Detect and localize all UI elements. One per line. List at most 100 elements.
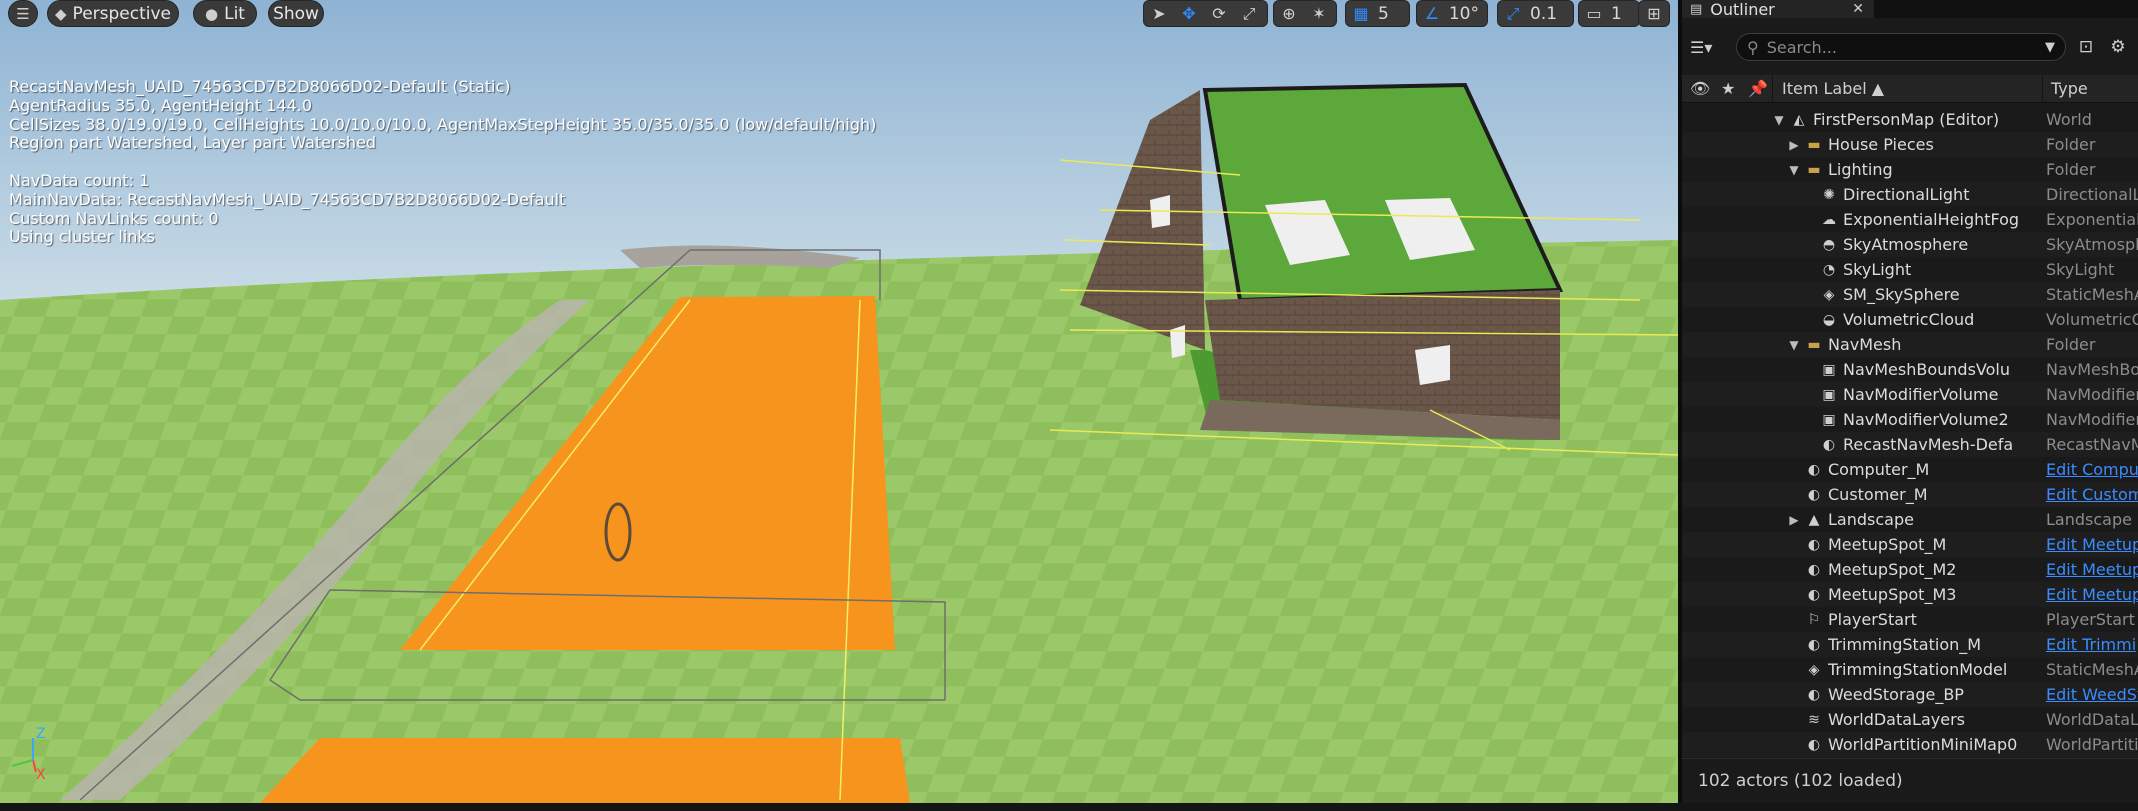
outliner-row[interactable]: ◐ MeetupSpot_M2 Edit Meetup (1682, 557, 2138, 582)
outliner-row[interactable]: ◐ MeetupSpot_M Edit Meetup (1682, 532, 2138, 557)
close-icon[interactable]: ✕ (1852, 1, 1864, 17)
outliner-row[interactable]: ▣ NavMeshBoundsVolu NavMeshBo (1682, 357, 2138, 382)
viewport-layout-icon[interactable]: ⊞ (1639, 0, 1669, 27)
edit-blueprint-link[interactable]: Edit Custom (2046, 485, 2138, 504)
rotation-snap-icon[interactable]: ∠ (1417, 0, 1447, 27)
atmosphere-icon: ◓ (1822, 236, 1836, 253)
outliner-row[interactable]: ⚐ PlayerStart PlayerStart (1682, 607, 2138, 632)
outliner-row[interactable]: ▣ NavModifierVolume NavModifier (1682, 382, 2138, 407)
outliner-row[interactable]: ▼ ◭ FirstPersonMap (Editor) World (1682, 107, 2138, 132)
search-input[interactable]: ⚲ Search... ▼ (1736, 33, 2066, 61)
scale-icon[interactable]: ⤢ (1234, 0, 1264, 27)
static-mesh-icon: ◈ (1823, 286, 1835, 303)
column-divider[interactable] (1772, 75, 1773, 103)
edit-blueprint-link[interactable]: Edit Compu (2046, 460, 2138, 479)
volume-icon: ▣ (1822, 386, 1836, 403)
chevron-down-icon[interactable]: ▼ (1772, 113, 1786, 127)
rotation-snap-value[interactable]: 10° (1447, 4, 1487, 24)
edit-blueprint-link[interactable]: Edit WeedSt (2046, 685, 2138, 704)
scale-snap-value[interactable]: 0.1 (1528, 4, 1565, 24)
tab-outliner[interactable]: ▤ Outliner ✕ (1682, 0, 1874, 19)
select-icon[interactable]: ➤ (1144, 0, 1174, 27)
layers-icon: ≋ (1808, 711, 1820, 728)
actor-icon: ◐ (1807, 561, 1821, 578)
grid-snap-value[interactable]: 5 (1376, 4, 1397, 24)
outliner-row[interactable]: ▣ NavModifierVolume2 NavModifier (1682, 407, 2138, 432)
edit-blueprint-link[interactable]: Edit Trimmi (2046, 635, 2138, 654)
outliner-footer: 102 actors (102 loaded) (1682, 758, 2138, 803)
viewport-menu-button[interactable]: ☰ (8, 0, 38, 27)
scale-snap-icon[interactable]: ⤢ (1498, 0, 1528, 27)
cloud-icon: ◒ (1822, 311, 1836, 328)
rotate-icon[interactable]: ⟳ (1204, 0, 1234, 27)
outliner-row[interactable]: ◐ WeedStorage_BP Edit WeedSt (1682, 682, 2138, 707)
gear-icon[interactable]: ⚙ (2106, 37, 2130, 57)
outliner-row[interactable]: ◓ SkyAtmosphere SkyAtmosph (1682, 232, 2138, 257)
lit-button[interactable]: ● Lit (193, 0, 257, 27)
pin-column-icon[interactable]: 📌 (1748, 79, 1768, 98)
outliner-row[interactable]: ▼ ▬ Lighting Folder (1682, 157, 2138, 182)
outliner-row-label: SkyAtmosphere (1843, 235, 1969, 254)
outliner-row[interactable]: ◈ SM_SkySphere StaticMeshA (1682, 282, 2138, 307)
surface-snap-icon[interactable]: ✶ (1304, 0, 1334, 27)
debug-line: AgentRadius 35.0, AgentHeight 144.0 (9, 95, 313, 115)
outliner-row[interactable]: ◐ MeetupSpot_M3 Edit Meetup (1682, 582, 2138, 607)
world-space-icon[interactable]: ⊕ (1274, 0, 1304, 27)
outliner-row-type: VolumetricC (2046, 310, 2138, 329)
edit-blueprint-link[interactable]: Edit Meetup (2046, 585, 2138, 604)
outliner-row[interactable]: ◐ RecastNavMesh-Defa RecastNavM (1682, 432, 2138, 457)
outliner-row-type: Folder (2046, 335, 2096, 354)
outliner-row[interactable]: ◐ WorldPartitionMiniMap0 WorldPartiti (1682, 732, 2138, 757)
column-divider[interactable] (2042, 75, 2043, 103)
camera-speed-value[interactable]: 1 (1609, 4, 1630, 24)
outliner-row[interactable]: ▶ ▲ Landscape Landscape (1682, 507, 2138, 532)
chevron-down-icon[interactable]: ▼ (2045, 40, 2055, 55)
outliner-row-type: StaticMeshA (2046, 660, 2138, 679)
lit-sphere-icon: ● (205, 4, 219, 23)
translate-icon[interactable]: ✥ (1174, 0, 1204, 27)
chevron-right-icon[interactable]: ▶ (1787, 138, 1801, 152)
chevron-right-icon[interactable]: ▶ (1787, 513, 1801, 527)
debug-line: RecastNavMesh_UAID_74563CD7B2D8066D02-De… (9, 77, 511, 96)
outliner-row[interactable]: ≋ WorldDataLayers WorldDataLa (1682, 707, 2138, 732)
outliner-row-type: Landscape (2046, 510, 2132, 529)
chevron-down-icon[interactable]: ▼ (1787, 163, 1801, 177)
column-item-label[interactable]: Item Label ▲ (1782, 79, 1884, 98)
column-type[interactable]: Type (2051, 79, 2088, 98)
outliner-tab-bar: ▤ Outliner ✕ (1682, 0, 2138, 19)
favorite-column-icon[interactable]: ★ (1721, 79, 1735, 98)
outliner-row-label: House Pieces (1828, 135, 1934, 154)
outliner-row-label: NavMeshBoundsVolu (1843, 360, 2010, 379)
level-viewport[interactable]: Z X ☰ ◆ Perspective ● Lit Show ➤ ✥ ⟳ ⤢ ⊕… (0, 0, 1678, 803)
outliner-row[interactable]: ◒ VolumetricCloud VolumetricC (1682, 307, 2138, 332)
outliner-row-label: DirectionalLight (1843, 185, 1970, 204)
outliner-row-label: MeetupSpot_M (1828, 535, 1947, 554)
outliner-row[interactable]: ☁ ExponentialHeightFog ExponentialH (1682, 207, 2138, 232)
outliner-row[interactable]: ◐ Computer_M Edit Compu (1682, 457, 2138, 482)
outliner-row[interactable]: ▼ ▬ NavMesh Folder (1682, 332, 2138, 357)
edit-blueprint-link[interactable]: Edit Meetup (2046, 535, 2138, 554)
outliner-row-type: NavModifier (2046, 385, 2138, 404)
outliner-row-label: VolumetricCloud (1843, 310, 1975, 329)
outliner-row[interactable]: ◈ TrimmingStationModel StaticMeshA (1682, 657, 2138, 682)
filter-icon[interactable]: ☰▾ (1690, 38, 1728, 57)
outliner-row[interactable]: ◐ Customer_M Edit Custom (1682, 482, 2138, 507)
chevron-down-icon[interactable]: ▼ (1787, 338, 1801, 352)
actor-icon: ◐ (1807, 536, 1821, 553)
grid-snap-icon[interactable]: ▦ (1346, 0, 1376, 27)
outliner-row-label: PlayerStart (1828, 610, 1917, 629)
show-button[interactable]: Show (268, 0, 324, 27)
outliner-row[interactable]: ◐ TrimmingStation_M Edit Trimmi (1682, 632, 2138, 657)
visibility-column-icon[interactable]: 👁 (1690, 79, 1710, 98)
edit-blueprint-link[interactable]: Edit Meetup (2046, 560, 2138, 579)
add-folder-icon[interactable]: ⊡ (2074, 37, 2098, 57)
debug-line: Custom NavLinks count: 0 (9, 208, 219, 228)
outliner-row[interactable]: ✺ DirectionalLight DirectionalL (1682, 182, 2138, 207)
outliner-row-label: Customer_M (1828, 485, 1928, 504)
outliner-row[interactable]: ▶ ▬ House Pieces Folder (1682, 132, 2138, 157)
sun-icon: ✺ (1823, 186, 1835, 203)
world-icon: ◭ (1793, 111, 1805, 128)
perspective-button[interactable]: ◆ Perspective (47, 0, 179, 27)
camera-icon[interactable]: ▭ (1579, 0, 1609, 27)
outliner-row[interactable]: ◔ SkyLight SkyLight (1682, 257, 2138, 282)
